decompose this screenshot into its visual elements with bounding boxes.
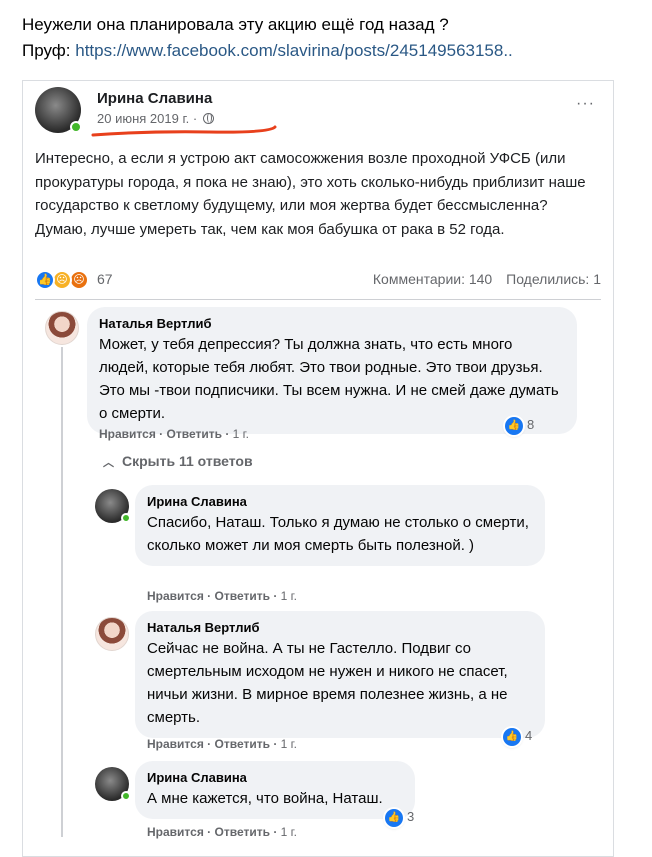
- post-author-name[interactable]: Ирина Славина: [97, 90, 212, 107]
- reply-time[interactable]: 1 г.: [281, 825, 297, 839]
- like-count: 8: [527, 417, 535, 432]
- comment-bubble: Наталья Вертлиб Может, у тебя депрессия?…: [87, 307, 577, 434]
- proof-link[interactable]: https://www.facebook.com/slavirina/posts…: [75, 41, 513, 60]
- reply-like-link[interactable]: Нравится: [147, 825, 204, 839]
- thread-line: [61, 347, 63, 837]
- reply-reply-link[interactable]: Ответить: [215, 825, 270, 839]
- reply-text: Сейчас не война. А ты не Гастелло. Подви…: [147, 640, 508, 726]
- reply-like-link[interactable]: Нравится: [147, 589, 204, 603]
- reply-bubble: Ирина Славина Спасибо, Наташ. Только я д…: [135, 485, 545, 566]
- sad-reaction-icon: ☹: [52, 270, 72, 290]
- chevron-up-icon: ︿: [103, 457, 114, 469]
- divider: [35, 299, 601, 300]
- hide-replies-label: Скрыть 11 ответов: [122, 453, 253, 469]
- reply-actions: Нравится · Ответить · 1 г.: [147, 737, 297, 751]
- hide-replies-button[interactable]: ︿ Скрыть 11 ответов: [103, 453, 253, 470]
- like-badge-icon: 👍: [385, 808, 403, 827]
- like-count: 3: [407, 809, 415, 824]
- caption-question: Неужели она планировала эту акцию ещё го…: [22, 15, 449, 34]
- red-underline-mark: [91, 125, 277, 137]
- like-count: 4: [525, 728, 533, 743]
- facebook-post-screenshot: Ирина Славина 20 июня 2019 г. · ··· Инте…: [22, 80, 614, 857]
- reply-like-link[interactable]: Нравится: [147, 737, 204, 751]
- reply-time[interactable]: 1 г.: [281, 737, 297, 751]
- reply-author[interactable]: Ирина Славина: [147, 769, 403, 787]
- avatar[interactable]: [95, 617, 129, 651]
- reactions-count[interactable]: 67: [97, 271, 113, 287]
- caption: Неужели она планировала эту акцию ещё го…: [22, 12, 642, 64]
- like-badge[interactable]: 👍 8: [505, 415, 534, 435]
- caption-proof-label: Пруф:: [22, 41, 71, 60]
- reply-text: Спасибо, Наташ. Только я думаю не стольк…: [147, 514, 529, 554]
- angry-reaction-icon: ☹: [69, 270, 89, 290]
- online-indicator-icon: [121, 791, 131, 801]
- comment-reply-link[interactable]: Ответить: [167, 427, 222, 441]
- like-badge-icon: 👍: [505, 416, 523, 435]
- caption-proof-line: Пруф: https://www.facebook.com/slavirina…: [22, 38, 642, 64]
- comment-actions: Нравится · Ответить · 1 г.: [99, 427, 249, 441]
- online-indicator-icon: [70, 121, 82, 133]
- like-badge[interactable]: 👍 3: [385, 807, 414, 827]
- comment-time[interactable]: 1 г.: [233, 427, 249, 441]
- reply-author[interactable]: Ирина Славина: [147, 493, 533, 511]
- reply-actions: Нравится · Ответить · 1 г.: [147, 825, 297, 839]
- shares-count[interactable]: Поделились: 1: [506, 271, 601, 287]
- post-text: Интересно, а если я устрою акт самосожже…: [35, 150, 586, 238]
- reply-bubble: Наталья Вертлиб Сейчас не война. А ты не…: [135, 611, 545, 738]
- reply-reply-link[interactable]: Ответить: [215, 589, 270, 603]
- reply-actions: Нравится · Ответить · 1 г.: [147, 589, 297, 603]
- comment-author[interactable]: Наталья Вертлиб: [99, 315, 565, 333]
- reply-author[interactable]: Наталья Вертлиб: [147, 619, 533, 637]
- reply-bubble: Ирина Славина А мне кажется, что война, …: [135, 761, 415, 819]
- online-indicator-icon: [121, 513, 131, 523]
- comment-text: Может, у тебя депрессия? Ты должна знать…: [99, 336, 559, 422]
- more-icon[interactable]: ···: [576, 95, 595, 113]
- like-badge-icon: 👍: [503, 727, 521, 746]
- avatar[interactable]: [45, 311, 79, 345]
- reply-reply-link[interactable]: Ответить: [215, 737, 270, 751]
- reply-text: А мне кажется, что война, Наташ.: [147, 790, 383, 807]
- like-badge[interactable]: 👍 4: [503, 726, 532, 746]
- comments-count[interactable]: Комментарии: 140: [373, 271, 492, 287]
- like-reaction-icon: 👍: [35, 270, 55, 290]
- comment-like-link[interactable]: Нравится: [99, 427, 156, 441]
- reactions-bar: ☹ ☹ 👍 67 Комментарии: 140 Поделились: 1: [35, 269, 601, 291]
- post-stats: Комментарии: 140 Поделились: 1: [363, 271, 601, 287]
- post-header: Ирина Славина 20 июня 2019 г. · ···: [35, 87, 601, 137]
- reply-time[interactable]: 1 г.: [281, 589, 297, 603]
